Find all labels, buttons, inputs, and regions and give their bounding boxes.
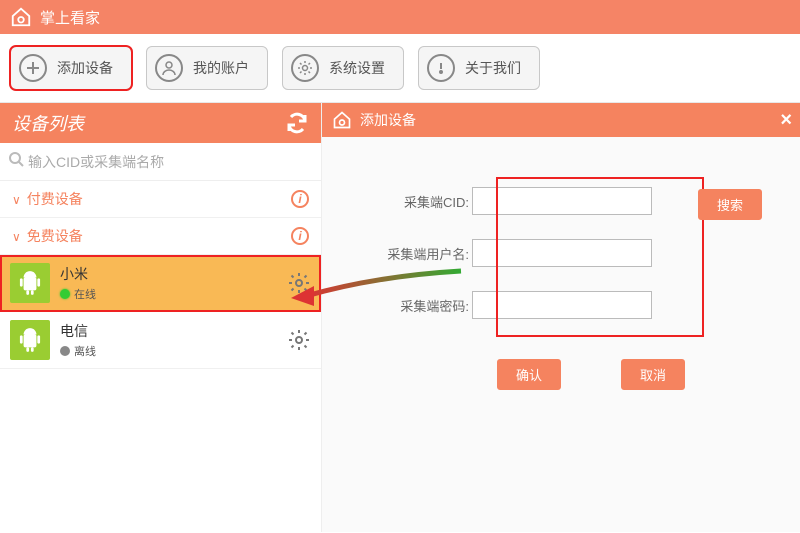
about-us-label: 关于我们 — [465, 58, 521, 78]
home-icon — [332, 110, 352, 130]
device-info: 小米 在线 — [60, 264, 277, 302]
android-icon — [10, 320, 50, 360]
username-label: 采集端用户名: — [352, 244, 472, 263]
device-name: 小米 — [60, 264, 277, 284]
group-free-label: 免费设备 — [27, 228, 83, 244]
password-input[interactable] — [472, 291, 652, 319]
username-input[interactable] — [472, 239, 652, 267]
main-area: 设备列表 ∨ 付费设备 i ∨ 免费设备 i 小米 在线 — [0, 103, 800, 532]
device-status: 离线 — [60, 343, 277, 359]
add-device-panel: 添加设备 × 采集端CID: 采集端用户名: 采集端密码: 搜索 确认 取消 — [322, 103, 800, 532]
device-row[interactable]: 电信 离线 — [0, 312, 321, 369]
password-label: 采集端密码: — [352, 296, 472, 315]
about-us-button[interactable]: 关于我们 — [418, 46, 540, 90]
app-title: 掌上看家 — [40, 7, 100, 28]
form-area: 采集端CID: 采集端用户名: 采集端密码: 搜索 确认 取消 — [322, 137, 800, 410]
add-device-label: 添加设备 — [57, 58, 113, 78]
close-icon[interactable]: × — [780, 109, 792, 132]
confirm-button[interactable]: 确认 — [497, 359, 561, 390]
app-titlebar: 掌上看家 — [0, 0, 800, 34]
search-row — [0, 143, 321, 181]
main-toolbar: 添加设备 我的账户 系统设置 关于我们 — [0, 34, 800, 103]
my-account-label: 我的账户 — [193, 58, 249, 78]
system-settings-button[interactable]: 系统设置 — [282, 46, 404, 90]
group-free[interactable]: ∨ 免费设备 i — [0, 218, 321, 255]
chevron-down-icon: ∨ — [12, 230, 21, 244]
device-row[interactable]: 小米 在线 — [0, 255, 321, 312]
sidebar-title: 设备列表 — [12, 110, 84, 136]
device-name: 电信 — [60, 321, 277, 341]
device-gear-icon[interactable] — [287, 271, 311, 295]
android-icon — [10, 263, 50, 303]
gear-icon — [291, 54, 319, 82]
panel-header: 添加设备 × — [322, 103, 800, 137]
cid-input[interactable] — [472, 187, 652, 215]
status-dot-online — [60, 289, 70, 299]
device-sidebar: 设备列表 ∨ 付费设备 i ∨ 免费设备 i 小米 在线 — [0, 103, 322, 532]
user-icon — [155, 54, 183, 82]
panel-title: 添加设备 — [360, 110, 416, 130]
device-info: 电信 离线 — [60, 321, 277, 359]
device-status: 在线 — [60, 286, 277, 302]
chevron-down-icon: ∨ — [12, 193, 21, 207]
refresh-icon[interactable] — [285, 111, 309, 135]
plus-icon — [19, 54, 47, 82]
cid-label: 采集端CID: — [352, 192, 472, 211]
add-device-button[interactable]: 添加设备 — [10, 46, 132, 90]
search-input[interactable] — [28, 154, 313, 170]
sidebar-header: 设备列表 — [0, 103, 321, 143]
search-icon — [8, 151, 24, 172]
exclaim-icon — [427, 54, 455, 82]
my-account-button[interactable]: 我的账户 — [146, 46, 268, 90]
status-dot-offline — [60, 346, 70, 356]
system-settings-label: 系统设置 — [329, 58, 385, 78]
group-paid[interactable]: ∨ 付费设备 i — [0, 181, 321, 218]
app-logo-icon — [10, 6, 32, 28]
device-gear-icon[interactable] — [287, 328, 311, 352]
search-button[interactable]: 搜索 — [698, 189, 762, 220]
cancel-button[interactable]: 取消 — [621, 359, 685, 390]
info-icon[interactable]: i — [291, 190, 309, 208]
group-paid-label: 付费设备 — [27, 191, 83, 207]
info-icon[interactable]: i — [291, 227, 309, 245]
